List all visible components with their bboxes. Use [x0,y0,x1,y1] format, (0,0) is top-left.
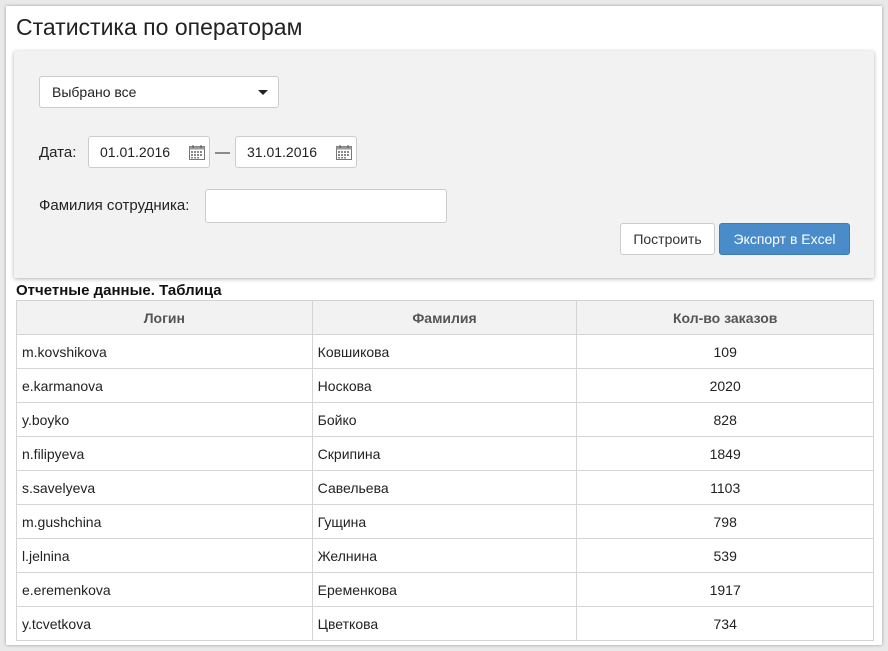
date-to-input[interactable]: 31.01.2016 [235,136,357,168]
orders-cell: 798 [576,504,874,539]
table-caption: Отчетные данные. Таблица [16,282,222,299]
page-title: Статистика по операторам [16,14,303,40]
table-row: m.kovshikova Ковшикова 109 [16,334,874,369]
login-cell: m.gushchina [16,504,313,539]
surname-cell: Цветкова [311,606,578,641]
surname-cell: Ковшикова [311,334,578,369]
login-cell: s.savelyeva [16,470,313,505]
date-label: Дата: [39,144,77,161]
date-from-value: 01.01.2016 [100,144,171,160]
login-cell: y.tcvetkova [16,606,313,641]
column-header-orders[interactable]: Кол-во заказов [576,300,874,335]
window: Статистика по операторам Выбрано все Дат… [6,6,882,645]
surname-label: Фамилия сотрудника: [39,197,190,214]
surname-cell: Желнина [311,538,578,573]
filter-panel: Выбрано все Дата: 01.01.2016 — 31.01.201… [14,51,874,278]
login-cell: l.jelnina [16,538,313,573]
orders-cell: 1917 [576,572,874,607]
table-header-row: Логин Фамилия Кол-во заказов [16,300,874,335]
orders-cell: 1849 [576,436,874,471]
date-separator: — [215,144,230,161]
orders-cell: 828 [576,402,874,437]
orders-cell: 1103 [576,470,874,505]
table-row: e.eremenkova Еременкова 1917 [16,572,874,607]
orders-cell: 2020 [576,368,874,403]
surname-cell: Бойко [311,402,578,437]
login-cell: n.filipyeva [16,436,313,471]
surname-cell: Скрипина [311,436,578,471]
surname-cell: Савельева [311,470,578,505]
calendar-icon[interactable] [336,145,352,160]
login-cell: e.eremenkova [16,572,313,607]
selection-value: Выбрано все [52,84,137,100]
login-cell: m.kovshikova [16,334,313,369]
table-row: m.gushchina Гущина 798 [16,504,874,539]
report-table: Логин Фамилия Кол-во заказов m.kovshikov… [16,300,874,641]
calendar-icon[interactable] [189,145,205,160]
date-from-input[interactable]: 01.01.2016 [88,136,210,168]
surname-cell: Еременкова [311,572,578,607]
login-cell: e.karmanova [16,368,313,403]
orders-cell: 109 [576,334,874,369]
table-row: y.tcvetkova Цветкова 734 [16,606,874,641]
surname-cell: Гущина [311,504,578,539]
column-header-surname[interactable]: Фамилия [311,300,578,335]
table-row: s.savelyeva Савельева 1103 [16,470,874,505]
login-cell: y.boyko [16,402,313,437]
table-row: y.boyko Бойко 828 [16,402,874,437]
date-to-value: 31.01.2016 [247,144,318,160]
table-row: e.karmanova Носкова 2020 [16,368,874,403]
surname-input[interactable] [205,189,447,223]
build-button[interactable]: Построить [620,223,715,255]
caret-down-icon [258,90,268,95]
selection-dropdown[interactable]: Выбрано все [39,76,279,108]
table-row: l.jelnina Желнина 539 [16,538,874,573]
export-excel-button[interactable]: Экспорт в Excel [719,223,850,255]
orders-cell: 539 [576,538,874,573]
table-row: n.filipyeva Скрипина 1849 [16,436,874,471]
column-header-login[interactable]: Логин [16,300,313,335]
surname-cell: Носкова [311,368,578,403]
orders-cell: 734 [576,606,874,641]
